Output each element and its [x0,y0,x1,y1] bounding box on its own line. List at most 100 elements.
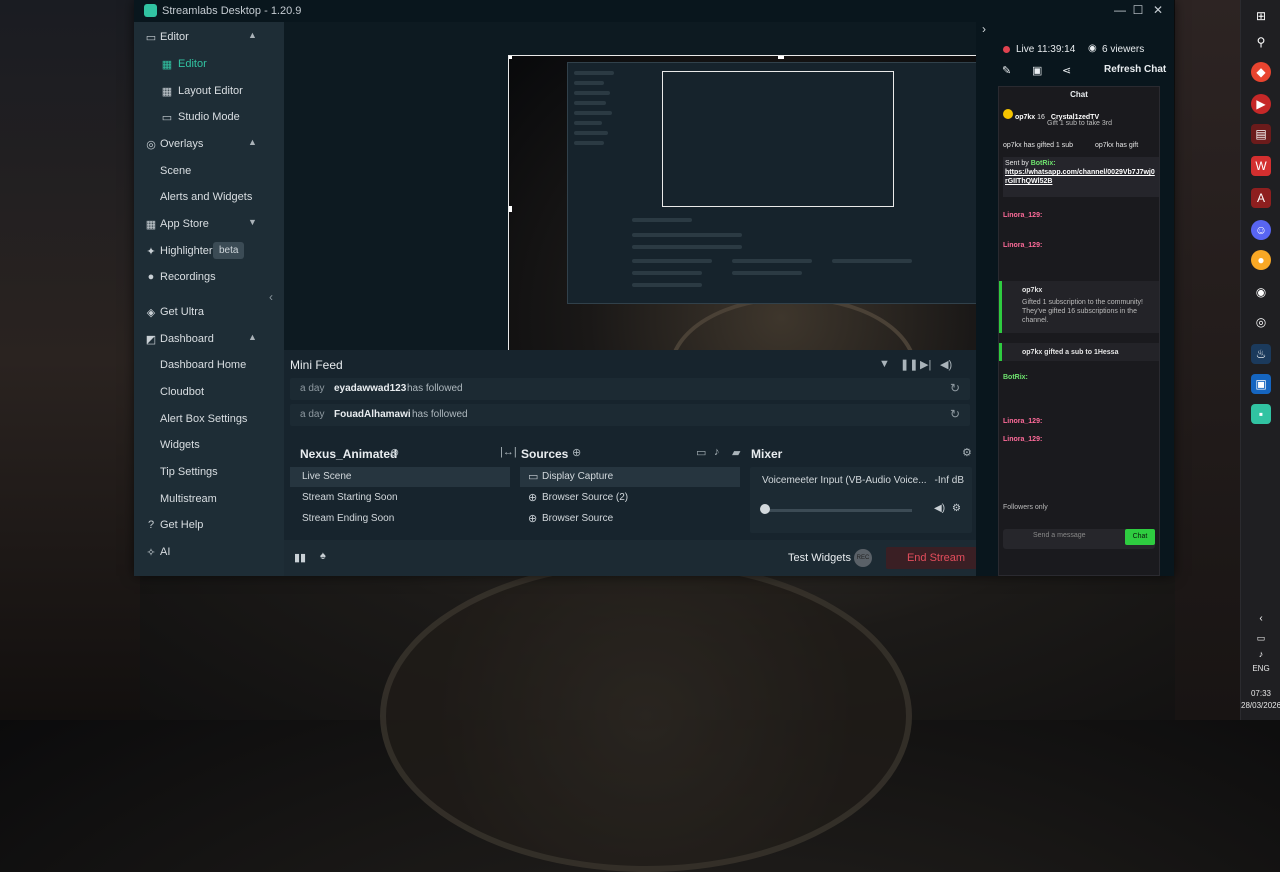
chevron-up-icon: ▲ [248,332,257,342]
layout-icon: ▦ [161,86,173,98]
microphone-icon[interactable]: ♪ [1251,644,1271,664]
chevron-right-icon[interactable]: › [982,22,986,36]
voicemeeter-icon[interactable]: ▤ [1251,124,1271,144]
pause-icon[interactable]: ❚❚ [900,358,918,371]
scene-label: Stream Starting Soon [302,492,398,503]
nested-ui-line [574,121,602,125]
pinned-message[interactable]: Sent by BotRix: https://whatsapp.com/cha… [1003,157,1159,197]
search-icon[interactable]: ⚲ [1251,32,1271,52]
streamlabs-taskbar-icon[interactable]: ▪ [1251,404,1271,424]
record-button[interactable]: REC [854,549,872,567]
source-item[interactable]: ⊕ Browser Source [520,509,740,529]
discord-icon[interactable]: ☺ [1251,220,1271,240]
scene-item[interactable]: Stream Starting Soon [290,488,510,508]
resize-handle[interactable] [509,206,512,212]
sidebar-item-label: Studio Mode [178,111,240,123]
sidebar-item-label: Get Ultra [160,306,205,318]
office-icon[interactable]: W [1251,156,1271,176]
source-label: Display Capture [542,471,614,482]
sidebar-item-label: Overlays [160,138,204,150]
controller-icon[interactable]: ◎ [1251,312,1271,332]
acrobat-icon[interactable]: A [1251,188,1271,208]
chat-count: 16 [1037,114,1045,121]
sidebar-item-label: Alert Box Settings [160,413,248,425]
add-source-icon[interactable]: ⊕ [572,446,581,459]
scene-transition-icon[interactable]: |↔| [500,446,517,458]
truck-icon[interactable]: ▣ [1032,64,1042,77]
steam-icon[interactable]: ♨ [1251,344,1271,364]
scene-item[interactable]: Live Scene [290,467,510,487]
source-item[interactable]: ⊕ Browser Source (2) [520,488,740,508]
chat-link[interactable]: https://whatsapp.com/channel/0029Vb7J7wj… [1005,169,1155,185]
beta-badge: beta [213,242,245,259]
mixer-settings-icon[interactable]: ⚙ [962,446,972,459]
studio-mode-icon: ▭ [161,112,173,124]
refresh-chat-button[interactable]: Refresh Chat [1104,64,1166,75]
scenes-title[interactable]: Nexus_Animated [300,447,397,461]
edit-pencil-icon[interactable]: ✎ [1002,64,1011,77]
speaker-icon[interactable]: ◀) [934,503,945,514]
scene-item[interactable]: Stream Ending Soon [290,509,510,529]
end-stream-button[interactable]: End Stream [886,547,986,569]
brave-browser-icon[interactable]: ◆ [1251,62,1271,82]
viewer-count: 6 viewers [1102,44,1145,55]
chat-username: Linora_129: [1003,418,1043,425]
chrome-icon[interactable]: ● [1251,250,1271,270]
volume-slider-handle[interactable] [760,504,770,514]
sidebar-item-label: Cloudbot [160,386,205,398]
nested-ui-line [832,259,912,263]
notification-bell-icon[interactable]: ♠ [320,550,326,562]
feed-action: has followed [412,409,468,420]
nested-ui-line [732,259,812,263]
close-icon[interactable]: ✕ [1148,3,1168,17]
live-indicator-dot [1003,46,1010,53]
replay-icon[interactable]: ↻ [950,381,960,395]
chat-username: BotRix: [1003,374,1028,381]
ultra-icon: ◈ [146,307,156,319]
filter-icon[interactable]: ▼ [879,358,890,370]
obs-icon[interactable]: ◉ [1251,282,1271,302]
volume-slider[interactable] [762,509,912,512]
chevron-up-icon: ▲ [248,137,257,147]
nested-ui-line [632,259,712,263]
feed-row: a day FouadAlhamawi has followed ↻ [290,404,970,426]
chevron-down-icon: ▼ [248,217,257,227]
language-indicator[interactable]: ENG [1241,664,1280,673]
sidebar-item-label: Editor [178,58,207,70]
stream-canvas[interactable] [508,55,1054,365]
windows-start-icon[interactable]: ⊞ [1251,6,1271,26]
nested-ui-line [574,131,608,135]
chevron-left-icon[interactable]: ‹ [1251,608,1271,628]
mixer-channel-name: Voicemeeter Input (VB-Audio Voice... [762,475,927,486]
add-scene-icon[interactable]: ⊕ [390,446,399,459]
resize-handle[interactable] [778,56,784,59]
stats-icon[interactable]: ▮▮ [294,551,306,564]
source-settings-icon[interactable]: ▭ [696,446,706,459]
chat-send-button[interactable]: Chat [1125,529,1155,545]
skip-icon[interactable]: ▶| [920,358,931,371]
share-icon[interactable]: ⋖ [1062,64,1071,77]
volume-icon[interactable]: ◀) [940,358,952,371]
source-item[interactable]: ▭ Display Capture [520,467,740,487]
chevron-left-icon[interactable]: ‹ [269,290,273,304]
source-folder-icon[interactable]: ▰ [732,446,740,459]
test-widgets-button[interactable]: Test Widgets [788,552,851,564]
nested-ui-line [632,233,742,237]
feed-user: FouadAlhamawi [334,409,411,420]
media-player-icon[interactable]: ▶ [1251,94,1271,114]
replay-icon[interactable]: ↻ [950,407,960,421]
network-app-icon[interactable]: ▣ [1251,374,1271,394]
sidebar-item-label: Get Help [160,519,204,531]
clock-time[interactable]: 07:33 [1241,689,1280,698]
mixer-channel: Voicemeeter Input (VB-Audio Voice... -In… [750,467,972,533]
maximize-icon[interactable]: ☐ [1128,3,1148,17]
source-audio-icon[interactable]: ♪ [714,446,720,458]
sidebar-item-label: App Store [160,218,209,230]
resize-handle[interactable] [509,56,512,59]
sidebar-item-label: Multistream [160,493,217,505]
nested-ui-line [574,91,610,95]
sidebar-item-label: AI [160,546,171,558]
minimize-icon[interactable]: — [1110,3,1130,17]
desktop-wallpaper-left [0,0,140,720]
gear-icon[interactable]: ⚙ [952,503,961,514]
